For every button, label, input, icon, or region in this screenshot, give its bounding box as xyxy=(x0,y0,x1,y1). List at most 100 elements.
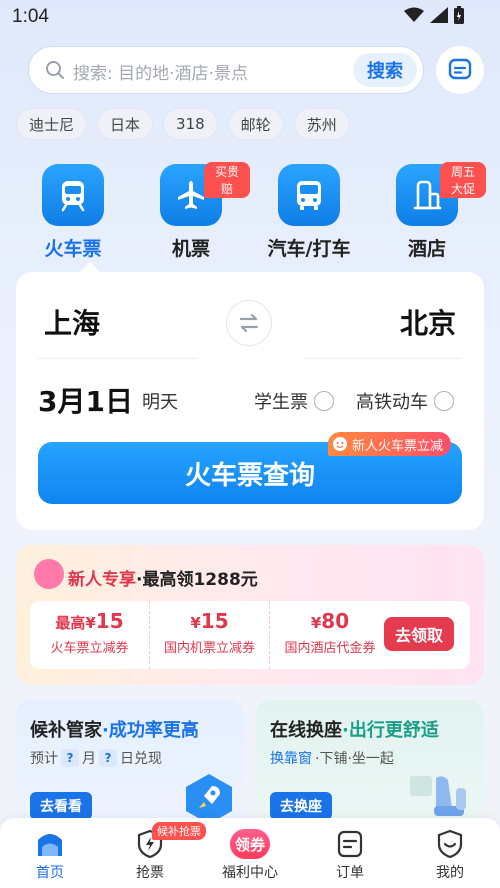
card-sub-text: 日兑现 xyxy=(120,751,162,767)
coupon-strip: 最高¥15 火车票立减券 ¥15 国内机票立减券 ¥80 国内酒店代金券 去领取 xyxy=(30,601,470,669)
signal-icon xyxy=(430,7,448,23)
category-label: 机票 xyxy=(171,238,210,260)
tab-grab-ticket[interactable]: 抢票 候补抢票 xyxy=(100,818,206,888)
chip-item[interactable]: 邮轮 xyxy=(227,108,284,140)
coupon-badge: 领券 xyxy=(230,829,270,859)
tab-profile[interactable]: 我的 xyxy=(400,818,500,888)
bus-icon xyxy=(278,164,340,226)
tab-label: 抢票 xyxy=(136,865,164,881)
search-input[interactable]: 搜索: 目的地·酒店·景点 搜索 xyxy=(28,46,424,94)
category-badge: 周五大促 xyxy=(440,162,486,198)
coupon-item[interactable]: ¥80 国内酒店代金券 xyxy=(270,601,390,669)
coupon-prefix: 最高¥ xyxy=(55,614,96,632)
smile-icon xyxy=(333,437,347,451)
train-booking-card: 上海 北京 3月1日 明天 学生票 高铁动车 火车票查询 新人火车票立减 xyxy=(16,262,484,530)
tab-home[interactable]: 首页 xyxy=(0,818,100,888)
category-flight[interactable]: 机票 买贵赔 xyxy=(132,162,250,261)
card-title-highlight: ·出行更舒适 xyxy=(342,720,439,741)
coupon-desc: 国内机票立减券 xyxy=(163,641,255,656)
category-badge: 买贵赔 xyxy=(204,162,250,198)
chip-item[interactable]: 苏州 xyxy=(293,108,350,140)
coupon-amount: ¥15 xyxy=(150,609,269,633)
train-icon xyxy=(42,164,104,226)
student-ticket-option[interactable]: 学生票 xyxy=(254,388,334,414)
category-label: 火车票 xyxy=(44,238,102,260)
hot-search-chips: 迪士尼 日本 318 邮轮 苏州 xyxy=(16,108,350,140)
card-title-main: 候补管家 xyxy=(30,720,102,741)
card-title-highlight: ·成功率更高 xyxy=(102,720,199,741)
category-train[interactable]: 火车票 xyxy=(14,164,132,261)
departure-date[interactable]: 3月1日 xyxy=(38,380,133,420)
divider xyxy=(38,358,198,359)
chip-item[interactable]: 日本 xyxy=(97,108,154,140)
search-placeholder: 搜索: 目的地·酒店·景点 xyxy=(73,64,248,84)
battery-icon xyxy=(454,6,464,24)
card-title: 候补管家·成功率更高 xyxy=(30,716,199,742)
tab-welfare[interactable]: 领券 福利中心 xyxy=(200,818,300,888)
coupon-amount: 最高¥15 xyxy=(30,609,149,633)
home-icon xyxy=(0,828,100,860)
message-icon xyxy=(448,58,472,80)
chip-item[interactable]: 迪士尼 xyxy=(16,108,88,140)
promo-title-highlight: 新人专享 xyxy=(68,570,136,590)
badge-text: 新人火车票立减 xyxy=(352,438,444,454)
card-sub-text: ·下铺·坐一起 xyxy=(315,751,394,767)
highspeed-checkbox[interactable] xyxy=(434,391,454,411)
search-icon xyxy=(46,61,64,79)
message-button[interactable] xyxy=(436,46,484,94)
option-label: 学生票 xyxy=(254,392,308,413)
card-title-main: 在线换座 xyxy=(270,720,342,741)
coupon-prefix: ¥ xyxy=(310,614,322,632)
question-mark: ? xyxy=(61,749,79,767)
category-nav: 火车票 机票 买贵赔 汽车/打车 酒店 周五大促 xyxy=(0,162,500,264)
mascot-icon xyxy=(34,559,64,589)
search-button[interactable]: 搜索 xyxy=(353,53,417,87)
tab-label: 首页 xyxy=(36,865,64,881)
student-checkbox[interactable] xyxy=(314,391,334,411)
to-city[interactable]: 北京 xyxy=(400,302,456,342)
date-relative: 明天 xyxy=(142,392,178,413)
category-label: 酒店 xyxy=(407,238,446,260)
bottom-tabbar: 首页 抢票 候补抢票 领券 福利中心 订单 我的 xyxy=(0,818,500,888)
category-hotel[interactable]: 酒店 周五大促 xyxy=(368,162,486,261)
coupon-item[interactable]: ¥15 国内机票立减券 xyxy=(150,601,270,669)
status-time: 1:04 xyxy=(12,6,49,27)
from-city[interactable]: 上海 xyxy=(44,302,100,342)
new-user-badge: 新人火车票立减 xyxy=(328,432,452,456)
option-label: 高铁动车 xyxy=(356,392,428,413)
divider xyxy=(304,358,462,359)
swap-cities-button[interactable] xyxy=(226,300,272,346)
view-button[interactable]: 去看看 xyxy=(30,792,92,820)
coupon-amount: ¥80 xyxy=(270,609,390,633)
coupon-item[interactable]: 最高¥15 火车票立减券 xyxy=(30,601,150,669)
coupon-desc: 国内酒店代金券 xyxy=(284,641,376,656)
tab-badge: 候补抢票 xyxy=(152,822,206,840)
promo-title-rest: ·最高领1288元 xyxy=(136,570,258,590)
card-sub-highlight: 换靠窗 xyxy=(270,751,312,767)
change-seat-button[interactable]: 去换座 xyxy=(270,792,332,820)
tab-label: 订单 xyxy=(336,865,364,881)
tab-label: 福利中心 xyxy=(222,865,278,881)
coupon-desc: 火车票立减券 xyxy=(50,641,129,656)
category-bus[interactable]: 汽车/打车 xyxy=(250,164,368,261)
tab-orders[interactable]: 订单 xyxy=(300,818,400,888)
order-icon xyxy=(300,828,400,860)
tab-label: 我的 xyxy=(436,865,464,881)
wifi-icon xyxy=(404,7,424,22)
coupon-prefix: ¥ xyxy=(190,614,201,632)
new-user-promo: 新人专享·最高领1288元 最高¥15 火车票立减券 ¥15 国内机票立减券 ¥… xyxy=(16,545,484,685)
card-sub-text: 月 xyxy=(82,751,96,767)
coupon-icon: 领券 xyxy=(200,828,300,860)
coupon-value: 15 xyxy=(95,609,124,633)
promo-title: 新人专享·最高领1288元 xyxy=(68,565,258,590)
coupon-value: 15 xyxy=(200,609,229,633)
claim-button[interactable]: 去领取 xyxy=(384,617,454,651)
status-icons xyxy=(404,6,464,24)
tab-indicator xyxy=(78,262,102,274)
highspeed-option[interactable]: 高铁动车 xyxy=(356,388,454,414)
question-mark: ? xyxy=(99,749,117,767)
chip-item[interactable]: 318 xyxy=(163,108,218,140)
profile-icon xyxy=(400,828,500,860)
category-label: 汽车/打车 xyxy=(267,238,351,260)
card-subtitle: 换靠窗 ·下铺·坐一起 xyxy=(270,748,394,768)
